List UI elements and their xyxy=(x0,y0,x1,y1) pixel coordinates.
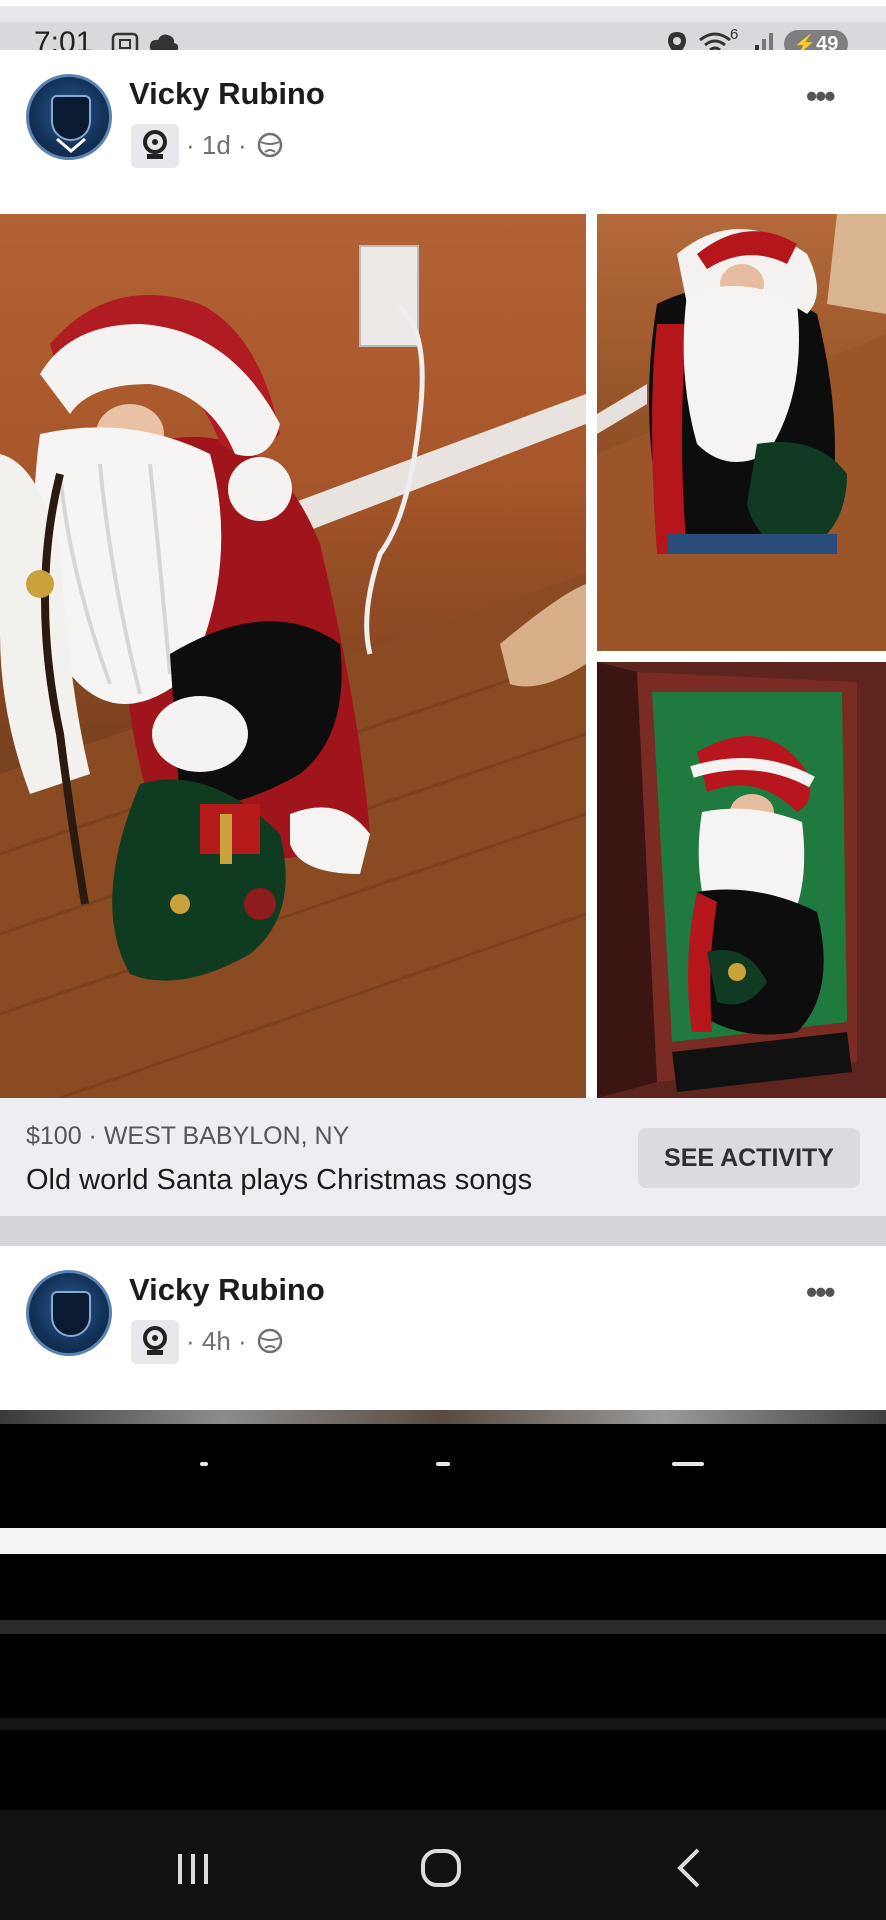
overlay-area xyxy=(0,1730,886,1810)
listing-title: Old world Santa plays Christmas songs xyxy=(26,1164,533,1196)
overlay-stripe xyxy=(0,1528,886,1554)
feed-divider xyxy=(0,1216,886,1246)
badge-icon[interactable] xyxy=(131,1320,179,1364)
post-time: · 1d · xyxy=(186,130,247,160)
avatar-shield-logo xyxy=(51,1291,91,1337)
author-name[interactable]: Vicky Rubino xyxy=(129,76,325,112)
overlay-dash xyxy=(436,1462,450,1466)
more-options-button[interactable]: ••• xyxy=(806,78,836,115)
navigation-bar xyxy=(0,1810,886,1920)
badge-icon[interactable] xyxy=(131,124,179,168)
overlay-stripe xyxy=(0,1620,886,1634)
overlay-area xyxy=(0,1554,886,1620)
chevron-down-icon xyxy=(56,137,86,153)
avatar[interactable] xyxy=(26,1270,112,1356)
photo-grid xyxy=(0,214,886,1098)
post-header: Vicky Rubino · 1d · ••• xyxy=(0,50,886,214)
status-bar-top-strip xyxy=(0,0,886,6)
overlay-stripe xyxy=(0,1718,886,1730)
status-bar: 7:01 6 ⚡49 xyxy=(0,0,886,59)
globe-icon xyxy=(256,1327,284,1360)
overlay-dash xyxy=(200,1462,208,1466)
overlay-dash xyxy=(672,1462,704,1466)
author-name[interactable]: Vicky Rubino xyxy=(129,1272,325,1308)
listing-price-location: $100 · WEST BABYLON, NY xyxy=(26,1122,350,1150)
recent-apps-button[interactable] xyxy=(158,1832,228,1902)
globe-icon xyxy=(256,131,284,164)
listing-photo-main[interactable] xyxy=(0,214,586,1098)
post-header-2: Vicky Rubino · 4h · ••• xyxy=(0,1246,886,1410)
see-activity-button[interactable]: SEE ACTIVITY xyxy=(638,1128,860,1188)
wifi-badge: 6 xyxy=(730,26,739,43)
home-button[interactable] xyxy=(406,1832,476,1902)
next-photo-peek xyxy=(0,1410,886,1424)
back-button[interactable] xyxy=(654,1832,724,1902)
screen: 7:01 6 ⚡49 Vicky Rubino · 1d · ••• $100 … xyxy=(0,0,886,1920)
post-time: · 4h · xyxy=(186,1326,247,1356)
listing-photo-side[interactable] xyxy=(597,214,886,651)
listing-info[interactable]: $100 · WEST BABYLON, NY Old world Santa … xyxy=(0,1098,886,1216)
overlay-area xyxy=(0,1634,886,1718)
listing-photo-box[interactable] xyxy=(597,662,886,1098)
more-options-button[interactable]: ••• xyxy=(806,1274,836,1311)
overlay-area xyxy=(0,1424,886,1528)
avatar[interactable] xyxy=(26,74,112,160)
